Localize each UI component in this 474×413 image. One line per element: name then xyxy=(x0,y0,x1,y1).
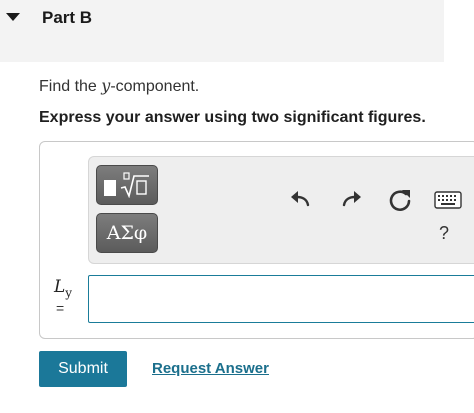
variable-subscript: y xyxy=(65,286,73,300)
reset-icon[interactable] xyxy=(387,187,413,213)
help-button[interactable]: ? xyxy=(439,223,449,244)
part-header[interactable]: Part B xyxy=(0,0,444,62)
redo-icon[interactable] xyxy=(339,187,365,213)
part-title: Part B xyxy=(42,8,93,27)
variable-main: L xyxy=(54,277,66,297)
prompt-variable: y xyxy=(101,76,111,95)
question-prompt: Find the y-component. xyxy=(39,76,199,96)
answer-panel: ΑΣφ ? Ly = xyxy=(39,141,474,339)
prompt-text-before: Find the xyxy=(39,78,102,95)
collapse-caret-icon[interactable] xyxy=(6,13,20,21)
template-block-icon xyxy=(104,180,116,196)
symbols-button[interactable]: ΑΣφ xyxy=(96,213,158,253)
request-answer-link[interactable]: Request Answer xyxy=(152,360,269,377)
answer-input[interactable] xyxy=(88,275,474,323)
root-template-icon xyxy=(120,172,150,198)
templates-button[interactable] xyxy=(96,165,158,205)
answer-instruction: Express your answer using two significan… xyxy=(39,109,426,126)
answer-variable-label: Ly xyxy=(54,277,72,300)
math-toolbar: ΑΣφ ? xyxy=(88,156,474,264)
keyboard-icon[interactable] xyxy=(433,190,463,210)
equals-sign: = xyxy=(56,300,65,316)
submit-button[interactable]: Submit xyxy=(39,351,127,387)
prompt-text-after: -component. xyxy=(110,78,200,95)
undo-icon[interactable] xyxy=(287,187,313,213)
